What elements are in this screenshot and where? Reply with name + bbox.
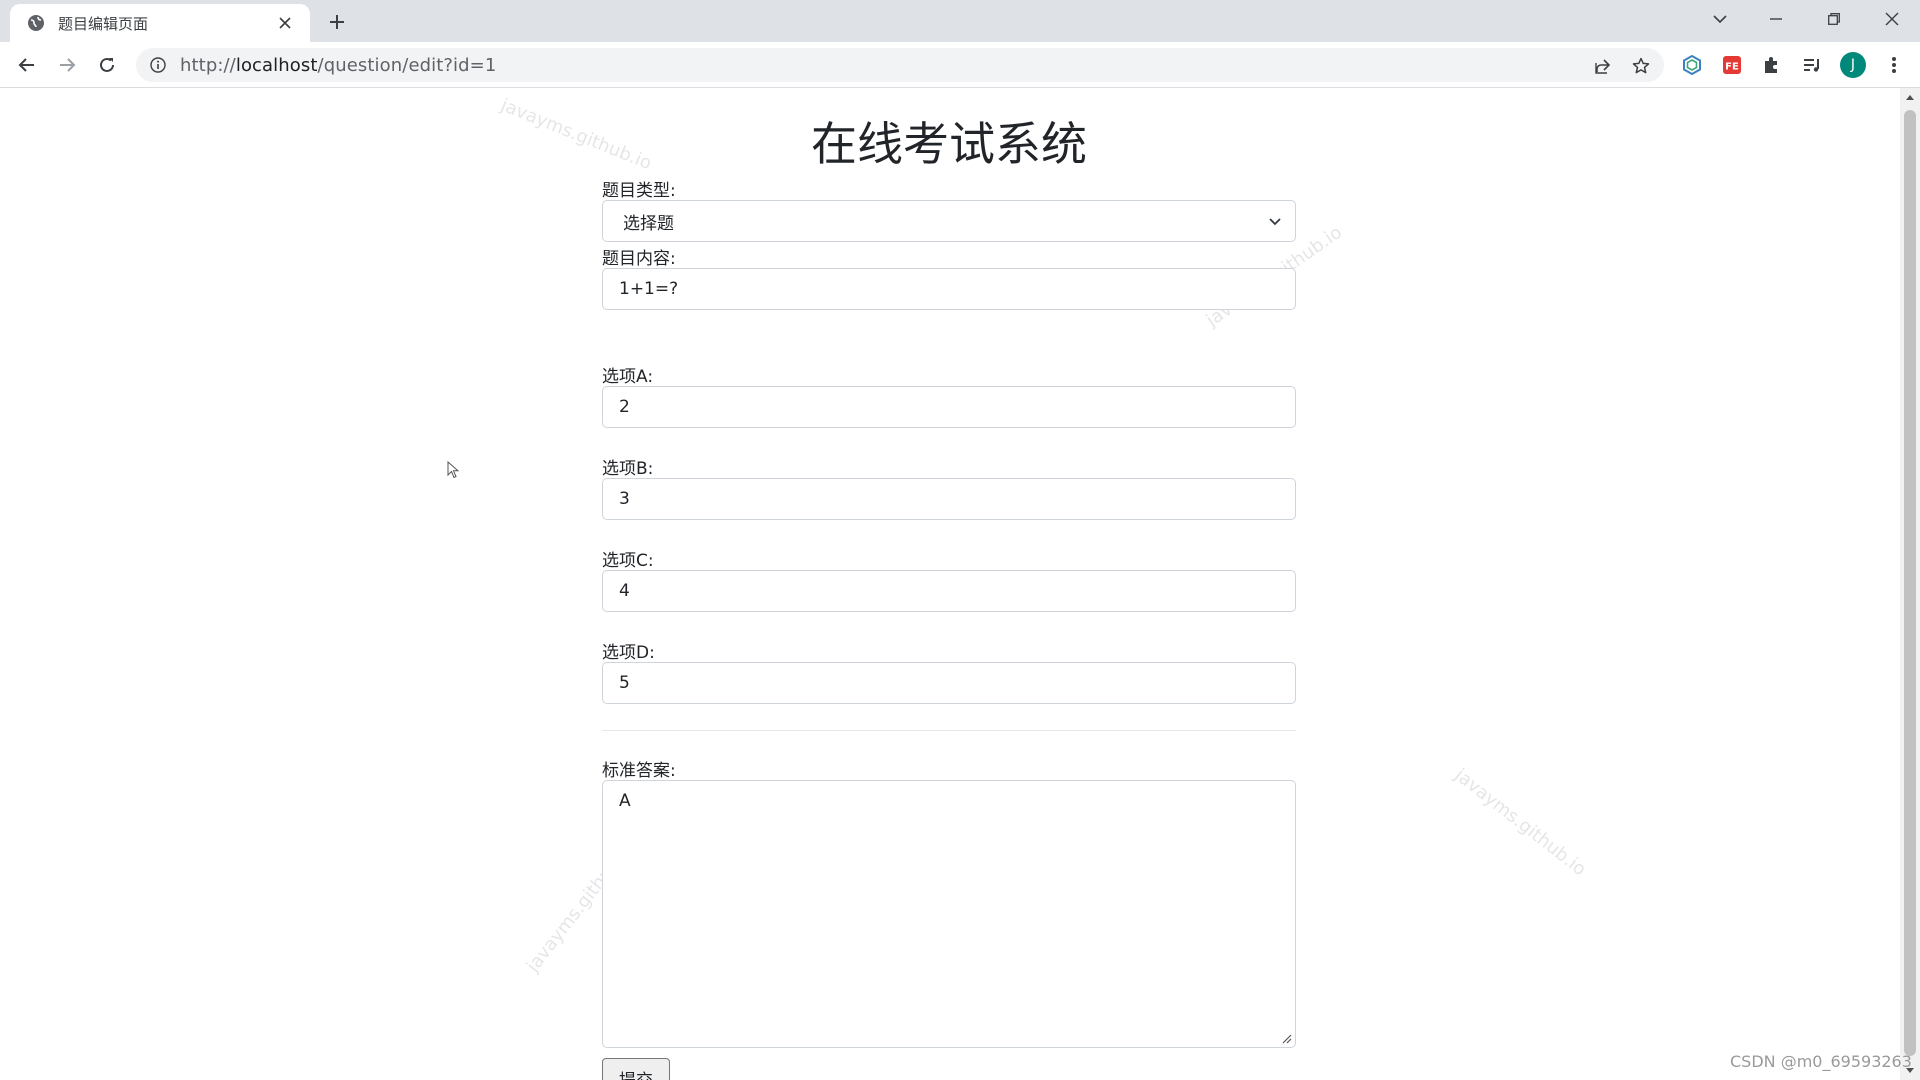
answer-label: 标准答案: bbox=[602, 761, 676, 781]
option-b-input[interactable]: 3 bbox=[602, 478, 1296, 520]
option-d-input[interactable]: 5 bbox=[602, 662, 1296, 704]
answer-value: A bbox=[619, 791, 631, 811]
option-c-input[interactable]: 4 bbox=[602, 570, 1296, 612]
answer-textarea[interactable]: A bbox=[602, 780, 1296, 1048]
close-tab-icon[interactable] bbox=[274, 12, 296, 34]
browser-tab-active[interactable]: 题目编辑页面 bbox=[10, 4, 310, 42]
form-divider bbox=[602, 730, 1296, 731]
reload-icon[interactable] bbox=[93, 51, 121, 79]
back-arrow-icon[interactable] bbox=[13, 51, 41, 79]
bookmark-star-icon[interactable] bbox=[1630, 55, 1652, 77]
option-a-input[interactable]: 2 bbox=[602, 386, 1296, 428]
profile-avatar[interactable]: J bbox=[1840, 52, 1866, 78]
question-type-label: 题目类型: bbox=[602, 181, 676, 201]
more-menu-icon[interactable] bbox=[1882, 53, 1906, 77]
question-type-value: 选择题 bbox=[623, 213, 674, 234]
option-d-label: 选项D: bbox=[602, 643, 655, 663]
option-c-label: 选项C: bbox=[602, 551, 654, 571]
tab-title: 题目编辑页面 bbox=[58, 14, 149, 33]
globe-icon bbox=[26, 13, 46, 33]
extensions-puzzle-icon[interactable] bbox=[1760, 53, 1784, 77]
option-a-label: 选项A: bbox=[602, 367, 654, 387]
scroll-up-arrow-icon[interactable] bbox=[1900, 88, 1920, 106]
fe-helper-extension-icon[interactable]: FE bbox=[1720, 53, 1744, 77]
site-info-icon[interactable] bbox=[148, 55, 168, 75]
resize-grip-icon[interactable] bbox=[1280, 1032, 1292, 1044]
question-type-select[interactable]: 选择题 bbox=[602, 200, 1296, 242]
svg-text:FE: FE bbox=[1725, 62, 1739, 73]
vue-devtools-extension-icon[interactable] bbox=[1680, 53, 1704, 77]
page-scrollbar[interactable] bbox=[1900, 88, 1920, 1080]
chevron-down-icon bbox=[1269, 218, 1281, 226]
tab-strip: 题目编辑页面 bbox=[0, 0, 1920, 42]
page-viewport: javayms.github.io javayms.github.io java… bbox=[0, 88, 1900, 1080]
address-bar[interactable]: http://localhost/question/edit?id=1 bbox=[136, 48, 1664, 82]
forward-arrow-icon[interactable] bbox=[53, 51, 81, 79]
share-icon[interactable] bbox=[1592, 55, 1614, 77]
csdn-credit-watermark: CSDN @m0_69593263 bbox=[1730, 1052, 1912, 1071]
question-content-input[interactable]: 1+1=? bbox=[602, 268, 1296, 310]
watermark: javayms.github.io bbox=[1450, 764, 1590, 881]
reading-list-icon[interactable] bbox=[1800, 53, 1824, 77]
close-window-icon[interactable] bbox=[1864, 0, 1920, 38]
page-title: 在线考试系统 bbox=[811, 117, 1087, 171]
question-content-label: 题目内容: bbox=[602, 249, 676, 269]
tab-search-chevron-icon[interactable] bbox=[1692, 0, 1748, 38]
new-tab-button[interactable] bbox=[323, 8, 351, 36]
url-text: http://localhost/question/edit?id=1 bbox=[180, 54, 497, 76]
option-b-label: 选项B: bbox=[602, 459, 654, 479]
restore-icon[interactable] bbox=[1806, 0, 1862, 38]
submit-button[interactable]: 提交 bbox=[602, 1058, 670, 1080]
mouse-cursor-icon bbox=[447, 461, 459, 479]
browser-toolbar: http://localhost/question/edit?id=1 FE J bbox=[0, 42, 1920, 88]
scrollbar-thumb[interactable] bbox=[1904, 110, 1916, 1056]
minimize-icon[interactable] bbox=[1748, 0, 1804, 38]
